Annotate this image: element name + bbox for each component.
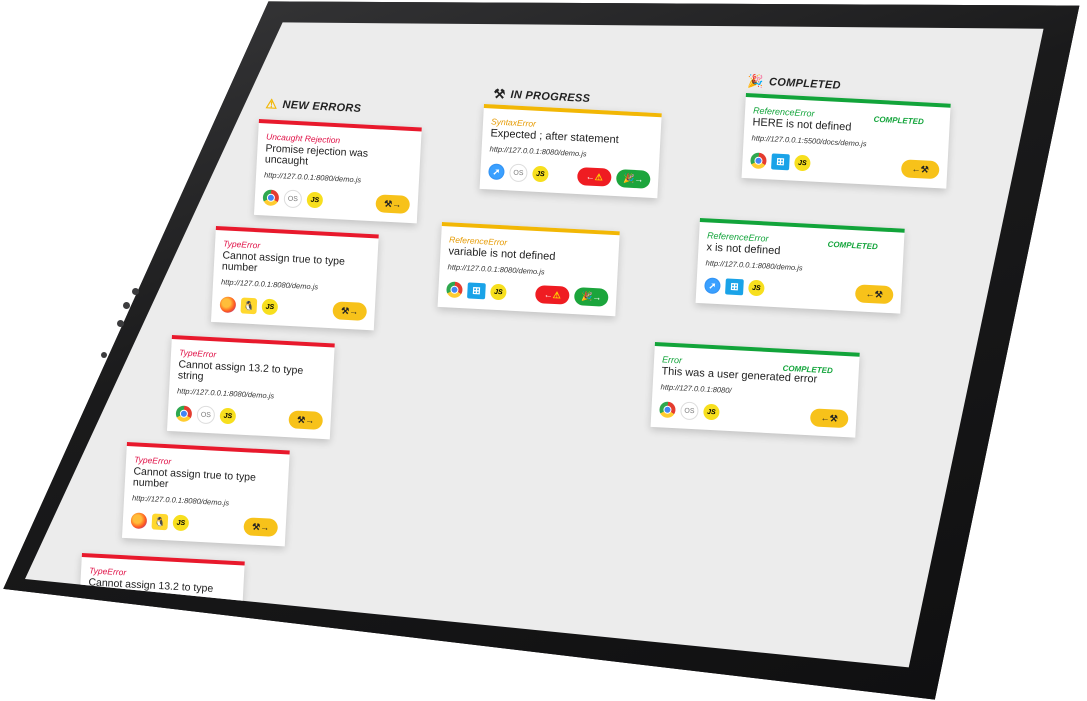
move-to-progress-button[interactable]: ⚒ → <box>243 517 279 537</box>
error-url: http://127.0.0.1:8080/demo.js <box>263 170 362 185</box>
error-url: http://127.0.0.1:8080/demo.js <box>131 493 230 508</box>
linux-icon: 🐧 <box>240 297 258 315</box>
move-back-to-progress-button[interactable]: ← ⚒ <box>854 284 894 305</box>
arrow-right-icon: → <box>348 306 359 317</box>
chrome-icon <box>262 189 280 207</box>
column-title: COMPLETED <box>768 76 842 92</box>
js-icon: JS <box>748 279 765 297</box>
tools-icon: ⚒ <box>493 86 506 102</box>
safari-icon: ➚ <box>488 163 505 181</box>
move-back-to-progress-button[interactable]: ← ⚒ <box>900 159 940 180</box>
js-icon: JS <box>306 191 324 209</box>
js-icon: JS <box>490 283 507 301</box>
move-to-progress-button[interactable]: ⚒ → <box>288 410 324 430</box>
error-card[interactable]: Uncaught Rejection Promise rejection was… <box>253 119 422 224</box>
warning-icon: ⚠ <box>265 96 278 112</box>
arrow-right-icon: → <box>391 199 402 210</box>
sensor-dot <box>123 302 130 309</box>
move-back-to-new-button[interactable]: ← ⚠ <box>576 166 612 187</box>
error-url: http://127.0.0.1:8080/demo.js <box>220 277 319 292</box>
error-card[interactable]: ReferenceError variable is not defined h… <box>437 222 620 317</box>
column-header-completed: 🎉 COMPLETED <box>747 73 841 94</box>
error-card[interactable]: TypeError Cannot assign 13.2 to type str… <box>166 335 335 440</box>
camera-dot <box>132 288 139 295</box>
chrome-icon <box>175 405 193 423</box>
js-icon: JS <box>219 407 237 425</box>
error-card[interactable]: ReferenceError COMPLETED HERE is not def… <box>741 93 951 189</box>
arrow-right-icon: → <box>259 522 270 533</box>
error-card[interactable]: Error COMPLETED This was a user generate… <box>650 342 860 438</box>
error-card[interactable]: TypeError Cannot assign true to type num… <box>210 226 379 331</box>
macos-icon: OS <box>679 401 699 421</box>
move-back-to-progress-button[interactable]: ← ⚒ <box>809 408 849 429</box>
tools-icon: ⚒ <box>874 288 884 300</box>
chrome-icon <box>659 401 676 419</box>
column-title: IN PROGRESS <box>510 88 591 106</box>
move-to-completed-button[interactable]: 🎉 → <box>573 287 609 307</box>
arrow-right-icon: → <box>634 173 644 185</box>
tools-icon: ⚒ <box>920 163 930 175</box>
column-title: NEW ERRORS <box>282 98 362 115</box>
sensor-dot <box>101 352 107 358</box>
js-icon: JS <box>703 403 720 421</box>
windows-icon: ⊞ <box>725 278 744 296</box>
js-icon: JS <box>794 154 811 172</box>
warning-icon: ⚠ <box>594 171 604 182</box>
party-icon: 🎉 <box>747 73 765 89</box>
error-url: http://127.0.0.1:8080/demo.js <box>447 262 545 277</box>
error-card[interactable]: SyntaxError Expected ; after statement h… <box>479 104 662 199</box>
party-icon: 🎉 <box>580 290 593 302</box>
error-card[interactable]: TypeError Cannot assign true to type num… <box>121 442 290 547</box>
arrow-right-icon: → <box>304 415 315 426</box>
windows-icon: ⊞ <box>467 282 486 300</box>
chrome-icon <box>750 152 767 170</box>
party-icon: 🎉 <box>622 172 635 184</box>
error-url: http://127.0.0.1:8080/demo.js <box>489 144 587 159</box>
safari-icon: ➚ <box>704 277 721 295</box>
move-back-to-new-button[interactable]: ← ⚠ <box>534 284 570 305</box>
js-icon: JS <box>532 165 549 183</box>
firefox-icon <box>219 296 237 314</box>
move-to-progress-button[interactable]: ⚒ → <box>375 194 411 214</box>
error-url: http://127.0.0.1:8080/demo.js <box>176 386 275 401</box>
column-header-in-progress: ⚒ IN PROGRESS <box>493 86 590 107</box>
arrow-right-icon: → <box>592 291 602 303</box>
linux-icon: 🐧 <box>151 513 169 531</box>
js-icon: JS <box>261 298 279 316</box>
macos-icon: OS <box>508 163 528 183</box>
firefox-icon <box>130 512 148 530</box>
error-card[interactable]: ReferenceError COMPLETED x is not define… <box>695 218 905 314</box>
tools-icon: ⚒ <box>829 412 839 424</box>
warning-icon: ⚠ <box>552 289 562 300</box>
macos-icon: OS <box>196 405 216 425</box>
column-header-new-errors: ⚠ NEW ERRORS <box>265 96 361 117</box>
macos-icon: OS <box>283 189 303 209</box>
move-to-completed-button[interactable]: 🎉 → <box>615 169 651 189</box>
sensor-dot <box>117 320 124 327</box>
windows-icon: ⊞ <box>771 153 790 171</box>
move-to-progress-button[interactable]: ⚒ → <box>332 301 368 321</box>
chrome-icon <box>446 281 463 299</box>
js-icon: JS <box>172 514 190 532</box>
